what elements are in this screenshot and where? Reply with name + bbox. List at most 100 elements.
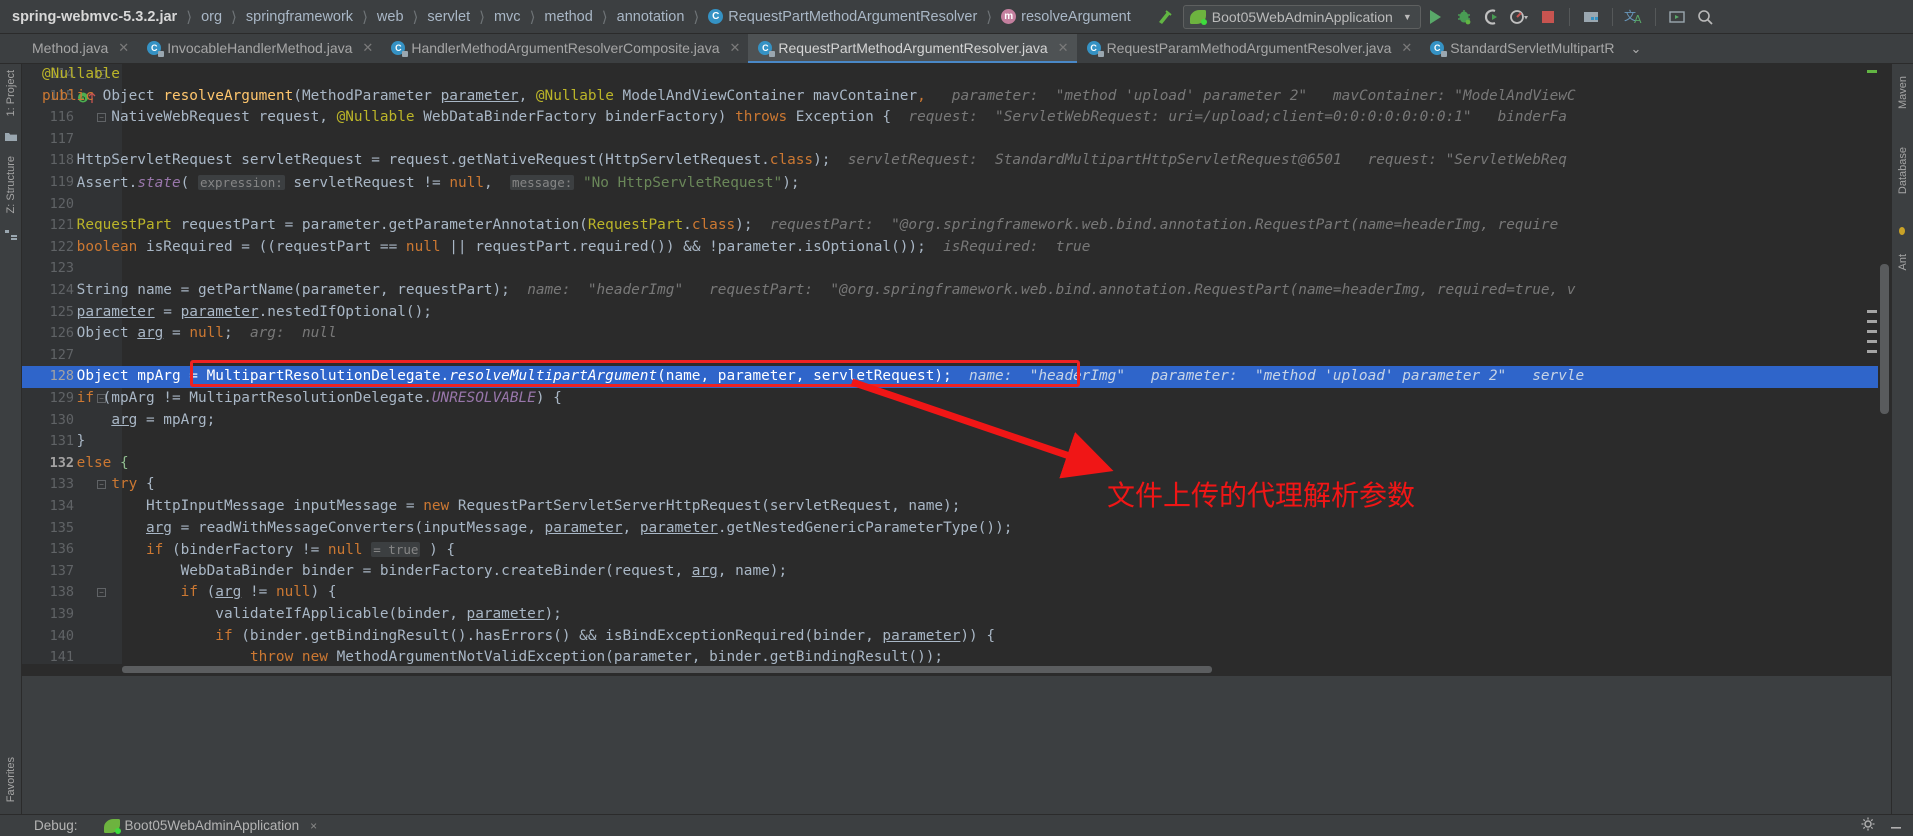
code-editor[interactable]: 114 − @Nullable 115 o public Object reso…: [22, 64, 1891, 664]
class-icon: C: [708, 9, 724, 25]
inspection-stripe[interactable]: [1867, 330, 1877, 333]
tab-handlermethodargumentresolvercomposite-java[interactable]: C HandlerMethodArgumentResolverComposite…: [381, 34, 749, 63]
database-icon[interactable]: [1578, 4, 1604, 30]
breadcrumb-separator-icon: ⟩: [529, 8, 536, 26]
debug-session[interactable]: Boot05WebAdminApplication ×: [103, 818, 317, 834]
inspection-stripe-ok[interactable]: [1867, 70, 1877, 73]
translate-icon[interactable]: 文A: [1621, 4, 1647, 30]
close-icon[interactable]: ✕: [1401, 40, 1412, 56]
debug-button[interactable]: [1451, 4, 1477, 30]
breadcrumb-item-class[interactable]: C RequestPartMethodArgumentResolver: [706, 9, 979, 25]
sidebar-item-database[interactable]: Database: [1897, 141, 1909, 200]
breadcrumb-item-springframework[interactable]: springframework: [244, 9, 355, 25]
inspection-stripe[interactable]: [1867, 320, 1877, 323]
code-row[interactable]: 120: [22, 194, 1891, 216]
breadcrumb-item-method[interactable]: method: [542, 9, 594, 25]
sidebar-item-ant[interactable]: Ant: [1897, 248, 1909, 277]
code-row[interactable]: 137 WebDataBinder binder = binderFactory…: [22, 561, 1891, 583]
code-row[interactable]: 129 − if (mpArg != MultipartResolutionDe…: [22, 388, 1891, 410]
breadcrumb-item-annotation[interactable]: annotation: [615, 9, 687, 25]
breadcrumb-item-method-resolveargument[interactable]: m resolveArgument: [999, 9, 1133, 25]
code-row[interactable]: 122 boolean isRequired = ((requestPart =…: [22, 237, 1891, 259]
code-row[interactable]: 130 arg = mpArg;: [22, 410, 1891, 432]
inspection-stripe[interactable]: [1867, 340, 1877, 343]
code-row[interactable]: 124 String name = getPartName(parameter,…: [22, 280, 1891, 302]
code-row[interactable]: 126 Object arg = null; arg: null: [22, 323, 1891, 345]
code-row-current[interactable]: 128 Object mpArg = MultipartResolutionDe…: [22, 366, 1891, 388]
code-row[interactable]: 114 − @Nullable: [22, 64, 1891, 86]
code-row[interactable]: 123: [22, 258, 1891, 280]
structure-icon[interactable]: [4, 228, 18, 240]
run-button[interactable]: [1423, 4, 1449, 30]
code-row[interactable]: 134 HttpInputMessage inputMessage = new …: [22, 496, 1891, 518]
breadcrumb-item-org[interactable]: org: [199, 9, 224, 25]
code-text: validateIfApplicable(binder, parameter);: [42, 606, 562, 622]
run-with-coverage-button[interactable]: [1479, 4, 1505, 30]
breadcrumb-item-web[interactable]: web: [375, 9, 406, 25]
code-text: if (mpArg != MultipartResolutionDelegate…: [76, 390, 562, 406]
sidebar-item-structure[interactable]: Z: Structure: [5, 150, 17, 219]
code-row[interactable]: 116 − NativeWebRequest request, @Nullabl…: [22, 107, 1891, 129]
code-row[interactable]: 117: [22, 129, 1891, 151]
code-row[interactable]: 131 }: [22, 431, 1891, 453]
stop-button[interactable]: [1535, 4, 1561, 30]
search-everywhere-icon[interactable]: [1692, 4, 1718, 30]
inspection-stripe[interactable]: [1867, 350, 1877, 353]
breadcrumb-item-jar[interactable]: spring-webmvc-5.3.2.jar: [10, 9, 179, 25]
tab-invocablehandlermethod-java[interactable]: C InvocableHandlerMethod.java ✕: [137, 34, 382, 63]
method-icon: m: [1001, 9, 1017, 25]
code-row[interactable]: 132 else {: [22, 453, 1891, 475]
close-icon[interactable]: ✕: [729, 40, 740, 56]
code-row[interactable]: 139 validateIfApplicable(binder, paramet…: [22, 604, 1891, 626]
sidebar-item-maven[interactable]: Maven: [1897, 70, 1909, 115]
sidebar-item-favorites[interactable]: Favorites: [5, 751, 17, 808]
code-text: RequestPart requestPart = parameter.getP…: [76, 217, 1559, 234]
code-row[interactable]: 138 − if (arg != null) {: [22, 582, 1891, 604]
close-icon[interactable]: ✕: [118, 40, 129, 56]
tab-standardservletmultipart[interactable]: C StandardServletMultipartR: [1420, 34, 1623, 63]
code-text: String name = getPartName(parameter, req…: [42, 282, 1576, 298]
tab-requestparammethodargumentresolver-java[interactable]: C RequestParamMethodArgumentResolver.jav…: [1076, 34, 1421, 63]
code-text: arg = mpArg;: [111, 411, 216, 428]
editor-horizontal-scrollbar[interactable]: [22, 664, 1891, 676]
profiler-button[interactable]: [1507, 4, 1533, 30]
code-row[interactable]: 141 throw new MethodArgumentNotValidExce…: [22, 647, 1891, 664]
code-text: parameter = parameter.nestedIfOptional()…: [76, 303, 432, 320]
right-tool-strip: Maven Database Ant: [1891, 64, 1913, 814]
code-row[interactable]: 125 parameter = parameter.nestedIfOption…: [22, 302, 1891, 324]
code-row[interactable]: 118 HttpServletRequest servletRequest = …: [22, 150, 1891, 172]
code-row[interactable]: 140 if (binder.getBindingResult().hasErr…: [22, 626, 1891, 648]
code-text: else {: [76, 454, 129, 471]
code-row[interactable]: 115 o public Object resolveArgument(Meth…: [22, 86, 1891, 108]
folder-icon[interactable]: [4, 130, 18, 142]
tab-label: RequestParamMethodArgumentResolver.java: [1106, 39, 1392, 56]
breadcrumb-item-mvc[interactable]: mvc: [492, 9, 523, 25]
gear-icon[interactable]: [1861, 817, 1875, 834]
editor-vertical-scrollbar[interactable]: [1878, 64, 1891, 664]
close-icon[interactable]: ×: [310, 819, 317, 833]
tab-label: RequestPartMethodArgumentResolver.java: [778, 39, 1048, 56]
close-icon[interactable]: ✕: [1058, 40, 1069, 56]
layout-icon[interactable]: [1664, 4, 1690, 30]
tab-requestpartmethodargumentresolver-java[interactable]: C RequestPartMethodArgumentResolver.java…: [748, 34, 1077, 63]
code-row[interactable]: 136 if (binderFactory != null = true ) {: [22, 539, 1891, 561]
scrollbar-thumb[interactable]: [122, 666, 1212, 673]
tab-overflow-chevron-icon[interactable]: ⌄: [1622, 41, 1649, 57]
bug-icon[interactable]: [1896, 224, 1910, 236]
code-row[interactable]: 121 RequestPart requestPart = parameter.…: [22, 215, 1891, 237]
code-row[interactable]: 119 Assert.state( expression: servletReq…: [22, 172, 1891, 194]
tab-label: InvocableHandlerMethod.java: [167, 39, 353, 56]
build-hammer-icon[interactable]: [1151, 4, 1177, 30]
scrollbar-thumb[interactable]: [1880, 264, 1889, 414]
code-row[interactable]: 127: [22, 345, 1891, 367]
minimize-icon[interactable]: [1889, 817, 1903, 834]
sidebar-item-project[interactable]: 1: Project: [5, 64, 17, 122]
run-configuration-selector[interactable]: Boot05WebAdminApplication ▼: [1182, 4, 1421, 29]
inspection-stripe[interactable]: [1867, 310, 1877, 313]
code-row[interactable]: 133 − try {: [22, 474, 1891, 496]
code-text: Object mpArg = MultipartResolutionDelega…: [42, 368, 1585, 385]
close-icon[interactable]: ✕: [362, 40, 373, 56]
breadcrumb-item-servlet[interactable]: servlet: [425, 9, 472, 25]
tab-method-java[interactable]: Method.java ✕: [22, 34, 138, 63]
code-row[interactable]: 135 arg = readWithMessageConverters(inpu…: [22, 518, 1891, 540]
